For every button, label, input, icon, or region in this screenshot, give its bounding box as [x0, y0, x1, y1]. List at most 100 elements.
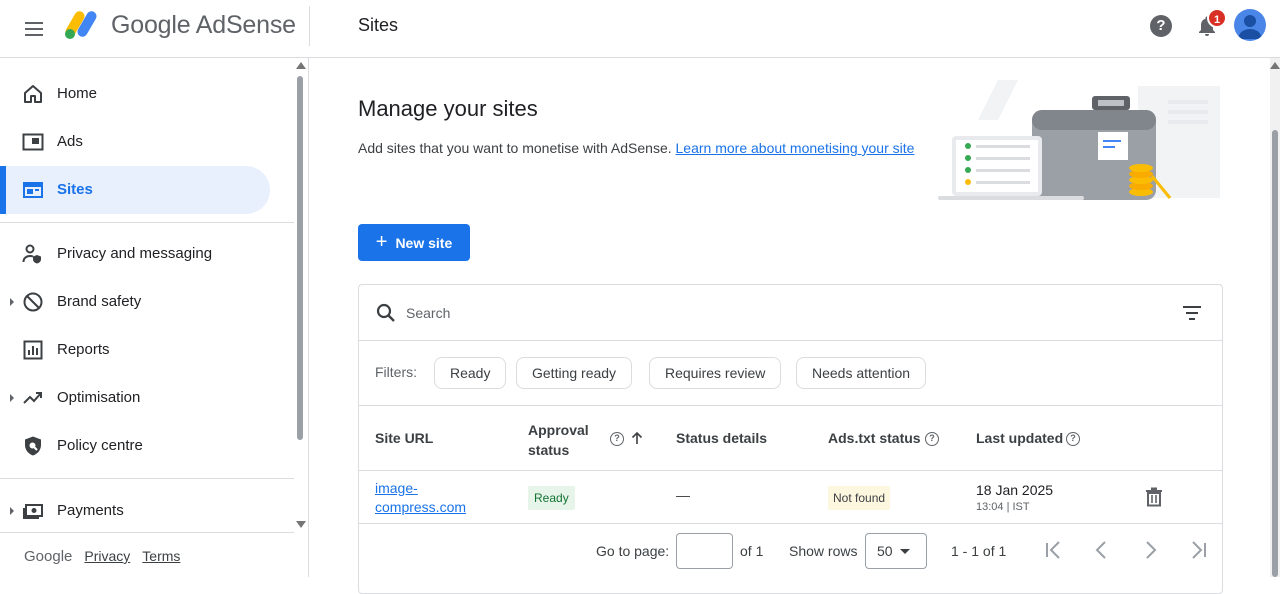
sidebar-item-sites[interactable]: Sites — [0, 166, 270, 214]
ads-icon — [22, 133, 44, 151]
description-text: Add sites that you want to monetise with… — [358, 140, 676, 156]
section-description: Add sites that you want to monetise with… — [358, 138, 918, 158]
notification-count-badge: 1 — [1207, 8, 1227, 28]
last-updated-time: 13:04 | IST — [976, 501, 1030, 513]
page-range-label: 1 - 1 of 1 — [951, 543, 1007, 559]
sidebar-item-reports[interactable]: Reports — [0, 326, 270, 374]
new-site-label: New site — [395, 234, 453, 251]
filter-list-icon[interactable] — [1182, 304, 1202, 322]
sidebar-item-home[interactable]: Home — [0, 70, 270, 118]
search-icon — [376, 303, 395, 322]
payments-icon — [23, 504, 43, 519]
sidebar-item-label: Policy centre — [57, 437, 143, 454]
last-updated-help-icon[interactable]: ? — [1066, 432, 1080, 446]
sort-ascending-icon[interactable] — [631, 431, 643, 445]
learn-more-link[interactable]: Learn more about monetising your site — [676, 140, 915, 156]
delete-icon[interactable] — [1145, 487, 1163, 507]
scroll-down-icon[interactable] — [296, 521, 306, 528]
search-input[interactable] — [406, 299, 1166, 327]
account-avatar[interactable] — [1234, 9, 1266, 41]
scroll-up-icon[interactable] — [296, 62, 306, 69]
table-row: image- compress.com Ready — Not found 18… — [359, 472, 1222, 524]
go-to-page-label: Go to page: — [596, 543, 670, 559]
column-header-ads-txt[interactable]: Ads.txt status — [828, 430, 921, 446]
filter-chip-needs-attention[interactable]: Needs attention — [796, 357, 927, 389]
previous-page-icon[interactable] — [1089, 537, 1115, 563]
page-title: Sites — [358, 15, 399, 35]
sidebar-item-payments[interactable]: Payments — [0, 487, 270, 535]
next-page-icon[interactable] — [1137, 537, 1163, 563]
sidebar-item-brand-safety[interactable]: Brand safety — [0, 278, 270, 326]
filter-chip-getting-ready[interactable]: Getting ready — [516, 357, 633, 389]
sidebar-item-label: Ads — [57, 133, 83, 150]
table-header-row: Site URL Approval status ? Status detail… — [359, 407, 1222, 471]
home-icon — [24, 85, 42, 103]
product-name: Google AdSense — [111, 11, 296, 39]
expand-caret-icon[interactable] — [10, 298, 14, 306]
sidebar-divider — [0, 478, 294, 479]
column-header-last-updated[interactable]: Last updated — [976, 430, 1063, 446]
column-header-approval-status[interactable]: Approval status — [528, 420, 589, 460]
approval-header-line1: Approval — [528, 422, 589, 438]
ads-txt-status-badge: Not found — [828, 486, 891, 510]
sidebar-scrollbar[interactable] — [296, 62, 306, 528]
plus-icon: + — [375, 230, 388, 253]
site-url-link[interactable]: image- compress.com — [375, 479, 495, 517]
go-to-page-input[interactable] — [676, 533, 733, 569]
approval-status-badge: Ready — [528, 486, 575, 510]
column-header-status-details[interactable]: Status details — [676, 430, 767, 446]
adsense-logo — [65, 11, 97, 39]
terms-link[interactable]: Terms — [142, 548, 180, 565]
google-wordmark: Google — [24, 548, 73, 565]
rows-per-page-select[interactable]: 50 — [865, 533, 927, 569]
person-icon — [1238, 15, 1262, 39]
help-icon[interactable]: ? — [1150, 15, 1172, 37]
pagination-bar: Go to page: of 1 Show rows 50 1 - 1 of 1 — [359, 525, 1222, 581]
top-app-bar: Google AdSense Sites ? 1 — [0, 0, 1280, 58]
privacy-link[interactable]: Privacy — [84, 548, 130, 565]
sidebar-item-label: Payments — [57, 502, 124, 519]
sites-illustration — [938, 80, 1220, 200]
reports-icon — [23, 340, 43, 360]
page-scrollbar[interactable] — [1270, 58, 1280, 577]
scrollbar-thumb[interactable] — [297, 76, 303, 440]
filter-chip-ready[interactable]: Ready — [434, 357, 507, 389]
sidebar-item-policy-centre[interactable]: Policy centre — [0, 422, 270, 470]
sites-icon — [23, 182, 43, 198]
privacy-user-icon — [22, 244, 41, 264]
first-page-icon[interactable] — [1041, 537, 1067, 563]
page-count-label: of 1 — [740, 543, 764, 559]
column-header-site-url[interactable]: Site URL — [375, 430, 433, 446]
site-url-line2: compress.com — [375, 499, 467, 515]
show-rows-label: Show rows — [789, 543, 858, 559]
trending-up-icon — [23, 392, 42, 404]
new-site-button[interactable]: + New site — [358, 224, 470, 261]
sidebar-footer: Google Privacy Terms — [24, 548, 180, 565]
ads-txt-help-icon[interactable]: ? — [925, 432, 939, 446]
section-heading: Manage your sites — [358, 96, 538, 121]
main-menu-icon[interactable] — [22, 17, 46, 41]
sidebar: Home Ads Sites Privacy and messaging Bra… — [0, 58, 309, 577]
header-divider — [309, 6, 310, 46]
approval-help-icon[interactable]: ? — [610, 432, 624, 446]
sidebar-item-label: Brand safety — [57, 293, 142, 310]
approval-header-line2: status — [528, 442, 570, 458]
sidebar-item-ads[interactable]: Ads — [0, 118, 270, 166]
sidebar-item-privacy[interactable]: Privacy and messaging — [0, 230, 270, 278]
scroll-up-icon[interactable] — [1270, 62, 1280, 69]
sidebar-item-label: Reports — [57, 341, 110, 358]
expand-caret-icon[interactable] — [10, 507, 14, 515]
expand-caret-icon[interactable] — [10, 394, 14, 402]
sidebar-item-optimisation[interactable]: Optimisation — [0, 374, 270, 422]
rows-per-page-value: 50 — [877, 543, 893, 559]
scrollbar-thumb[interactable] — [1272, 130, 1278, 577]
sidebar-divider — [0, 532, 294, 533]
sites-table-card: Filters: Ready Getting ready Requires re… — [358, 284, 1223, 594]
policy-shield-icon — [25, 436, 41, 456]
main-content: Manage your sites Add sites that you wan… — [310, 58, 1270, 594]
filter-chip-requires-review[interactable]: Requires review — [649, 357, 782, 389]
sidebar-item-label: Optimisation — [57, 389, 141, 406]
last-page-icon[interactable] — [1185, 537, 1211, 563]
sidebar-item-label: Sites — [57, 181, 93, 198]
last-updated-date: 18 Jan 2025 — [976, 482, 1054, 498]
